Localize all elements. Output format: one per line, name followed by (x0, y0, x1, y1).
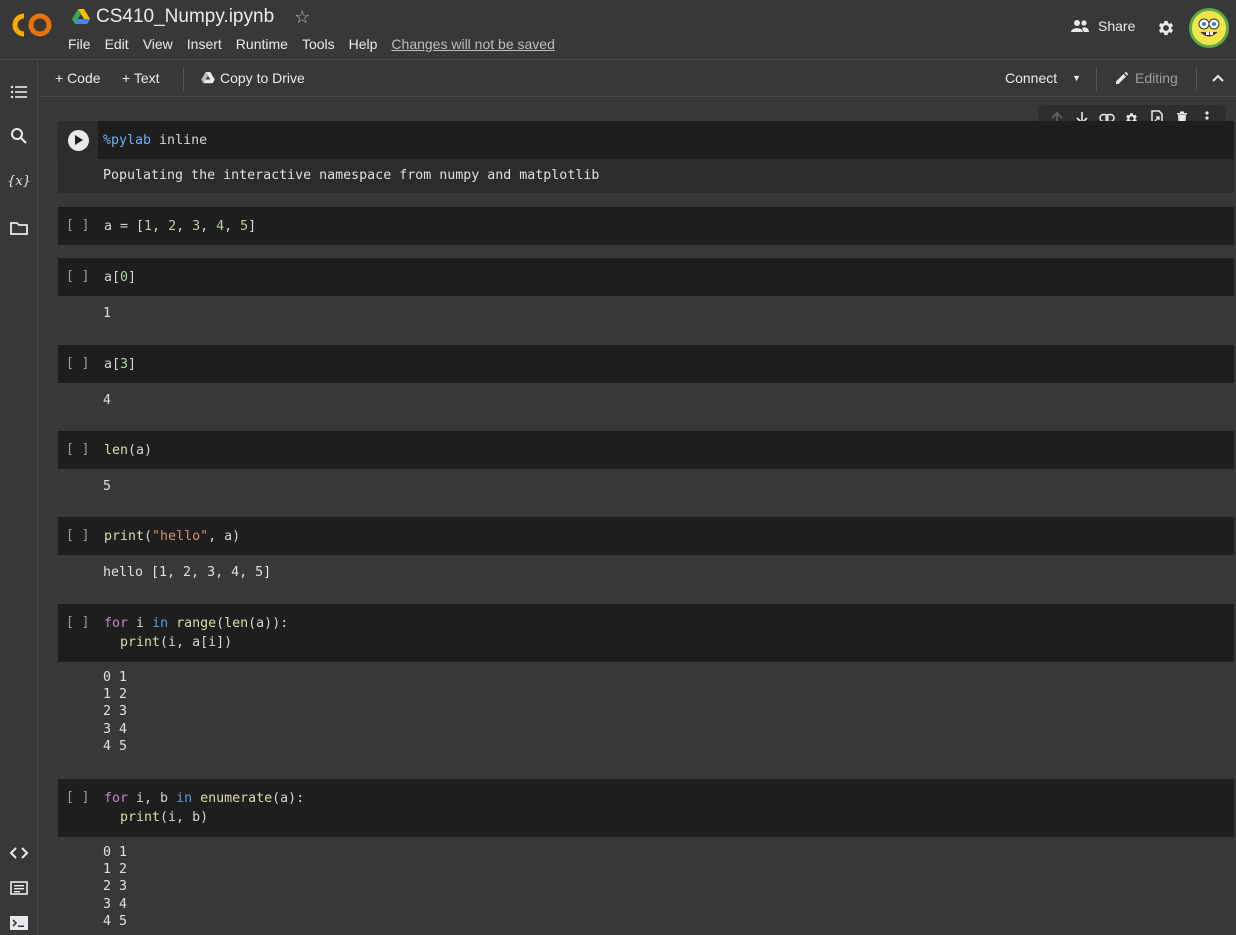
toolbar-divider (1196, 67, 1197, 91)
menu-view[interactable]: View (143, 36, 180, 52)
pencil-icon (1116, 71, 1129, 84)
title-row: CS410_Numpy.ipynb ☆ (72, 6, 310, 28)
user-avatar[interactable] (1189, 8, 1229, 48)
code-cell[interactable]: [ ] a[3] 4 (58, 345, 1234, 420)
cell-editor[interactable]: [ ] len(a) (58, 431, 1234, 469)
cell-output: 5 (103, 479, 112, 494)
cell-editor[interactable]: [ ] for i, b in enumerate(a): print(i, b… (58, 779, 1234, 837)
code-snippets-icon[interactable] (9, 843, 29, 863)
toolbar-divider (183, 67, 184, 91)
code-cell[interactable]: [ ] len(a) 5 (58, 431, 1234, 506)
menu-bar: File Edit View Insert Runtime Tools Help… (68, 36, 569, 52)
cell-editor[interactable]: [ ] a[3] (58, 345, 1234, 383)
search-icon[interactable] (9, 126, 29, 146)
cell-prompt[interactable]: [ ] (66, 218, 89, 233)
share-label: Share (1098, 18, 1136, 34)
cell-output: 1 (103, 306, 112, 321)
drive-icon (201, 72, 215, 84)
cell-source: len(a) (104, 443, 153, 458)
code-cell[interactable]: [ ] for i in range(len(a)): print(i, a[i… (58, 604, 1234, 764)
cell-editor[interactable]: [ ] a[0] (58, 258, 1234, 296)
google-drive-icon (72, 9, 90, 24)
cell-prompt[interactable]: [ ] (66, 269, 89, 284)
connect-button[interactable]: Connect ▼ (1005, 70, 1081, 86)
cell-editor[interactable]: [ ] a = [1, 2, 3, 4, 5] (58, 207, 1234, 245)
cell-source: a[0] (104, 270, 137, 285)
notebook-toolbar: + Code + Text Copy to Drive Connect ▼ Ed… (39, 61, 1236, 97)
menu-edit[interactable]: Edit (105, 36, 136, 52)
cell-source: a[3] (104, 357, 137, 372)
people-icon (1071, 20, 1089, 32)
menu-insert[interactable]: Insert (187, 36, 229, 52)
connect-label: Connect (1005, 70, 1058, 86)
colab-logo[interactable] (10, 10, 56, 40)
editing-mode-button[interactable]: Editing (1114, 70, 1178, 86)
cell-prompt[interactable]: [ ] (66, 442, 89, 457)
cell-prompt[interactable]: [ ] (66, 528, 89, 543)
code-cell[interactable]: [ ] a[0] 1 (58, 258, 1234, 333)
code-cell[interactable]: %pylab inline Populating the interactive… (58, 121, 1234, 193)
cell-output: 0 1 1 2 2 3 3 4 4 5 (103, 670, 128, 754)
add-code-button[interactable]: + Code (55, 70, 101, 86)
share-button[interactable]: Share (1070, 18, 1135, 34)
play-icon (67, 129, 89, 151)
cell-output: hello [1, 2, 3, 4, 5] (103, 565, 272, 580)
header: CS410_Numpy.ipynb ☆ File Edit View Inser… (0, 0, 1236, 60)
menu-tools[interactable]: Tools (302, 36, 342, 52)
folder-icon[interactable] (9, 218, 29, 238)
cell-output: 4 (103, 393, 112, 408)
run-cell-button[interactable] (58, 121, 98, 159)
avatar-image (1192, 11, 1226, 45)
cell-prompt[interactable]: [ ] (66, 356, 89, 371)
code-cell[interactable]: [ ] a = [1, 2, 3, 4, 5] (58, 207, 1234, 245)
cell-source: %pylab inline (103, 133, 208, 148)
cell-editor[interactable]: %pylab inline (58, 121, 1234, 159)
add-text-button[interactable]: + Text (122, 70, 160, 86)
code-cell[interactable]: [ ] print("hello", a) hello [1, 2, 3, 4,… (58, 517, 1234, 592)
menu-runtime[interactable]: Runtime (236, 36, 295, 52)
table-of-contents-icon[interactable] (9, 82, 29, 102)
menu-help[interactable]: Help (349, 36, 385, 52)
copy-to-drive-button[interactable]: Copy to Drive (201, 70, 305, 86)
unsaved-notice-link[interactable]: Changes will not be saved (391, 36, 561, 52)
cell-editor[interactable]: [ ] print("hello", a) (58, 517, 1234, 555)
cell-prompt[interactable]: [ ] (66, 790, 89, 805)
cell-output: 0 1 1 2 2 3 3 4 4 5 (103, 845, 128, 929)
cell-source: for i, b in enumerate(a): print(i, b) (104, 791, 305, 825)
star-icon[interactable]: ☆ (294, 7, 310, 28)
menu-file[interactable]: File (68, 36, 98, 52)
toolbar-divider (1096, 67, 1097, 91)
left-sidebar: {x} (0, 61, 38, 935)
cell-source: print("hello", a) (104, 529, 241, 544)
document-title[interactable]: CS410_Numpy.ipynb (96, 6, 274, 28)
cell-source: for i in range(len(a)): print(i, a[i]) (104, 616, 289, 650)
cell-editor[interactable]: [ ] for i in range(len(a)): print(i, a[i… (58, 604, 1234, 662)
command-palette-icon[interactable] (9, 878, 29, 898)
terminal-icon[interactable] (9, 913, 29, 933)
editing-label: Editing (1135, 70, 1178, 86)
code-cell[interactable]: [ ] for i, b in enumerate(a): print(i, b… (58, 779, 1234, 935)
cell-source: a = [1, 2, 3, 4, 5] (104, 219, 257, 234)
cell-output: Populating the interactive namespace fro… (103, 168, 600, 183)
settings-gear-icon[interactable] (1156, 18, 1176, 38)
copy-to-drive-label: Copy to Drive (220, 70, 305, 86)
variables-icon[interactable]: {x} (7, 171, 31, 191)
chevron-up-icon[interactable] (1211, 73, 1225, 83)
chevron-down-icon: ▼ (1072, 73, 1082, 83)
cell-prompt[interactable]: [ ] (66, 615, 89, 630)
